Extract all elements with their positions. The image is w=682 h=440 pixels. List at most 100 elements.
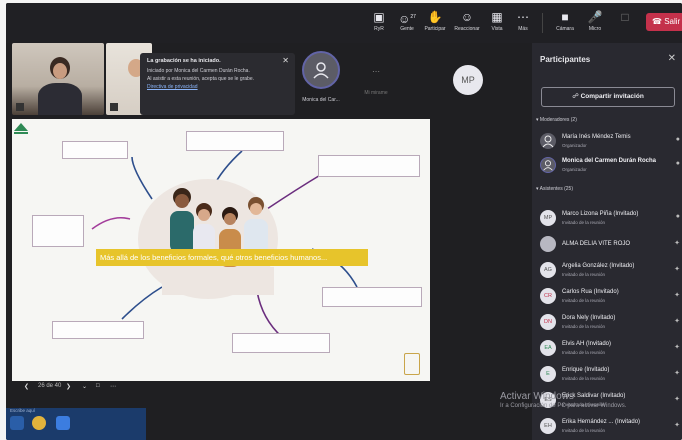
user-icon [542, 135, 554, 148]
avatar: AG [540, 262, 556, 278]
chevron-down-icon: ▾ [536, 117, 539, 123]
participant-row[interactable]: DN Dora Nely (Invitado) Invitado de la r… [540, 312, 680, 334]
mind-map-box [62, 141, 128, 159]
mic-off-icon [16, 103, 24, 111]
raise-hand-icon: ✋ [427, 10, 443, 24]
chat-icon: ▣ [373, 10, 385, 24]
more-button[interactable]: ⋯ Más [508, 9, 538, 39]
microphone-icon: ● [675, 160, 680, 167]
participants-panel: Participantes ✕ ☍ Compartir invitación ▾… [532, 43, 682, 440]
taskbar-search-input[interactable]: Escribe aquí [10, 408, 70, 414]
people-icon: ☺27 [398, 12, 416, 26]
user-icon [543, 160, 553, 171]
reaction-icon: ☺ [460, 10, 474, 24]
meeting-toolbar: ▣ RyR ☺27 Gente ✋ Participar ☺ Reacciona… [6, 3, 682, 43]
participant-row[interactable]: E Enrique (Invitado) Invitado de la reun… [540, 364, 680, 386]
institution-logo-icon [14, 123, 28, 134]
participant-row[interactable]: EH Erika Hernández ... (Invitado) Invita… [540, 416, 680, 438]
seal-logo-icon [404, 353, 420, 375]
share-screen-button[interactable]: □ [610, 9, 640, 39]
microphone-icon: ● [675, 136, 680, 143]
shared-presentation-slide: Más allá de los beneficios formales, qué… [12, 119, 430, 381]
people-button[interactable]: ☺27 Gente [392, 9, 422, 39]
microphone-icon: 🎤 [587, 10, 603, 24]
participant-row[interactable]: CR Carlos Rua (Invitado) Invitado de la … [540, 286, 680, 308]
more-icon[interactable]: ⋯ [110, 383, 116, 390]
phone-icon: ☎ [652, 17, 662, 26]
people-count-badge: 27 [410, 14, 416, 20]
next-slide-icon[interactable]: ❯ [66, 383, 71, 390]
participant-face [53, 63, 67, 79]
mic-off-icon: ✦ [674, 370, 680, 377]
mind-map-box [32, 215, 84, 247]
mind-map-box [232, 333, 330, 353]
avatar [540, 157, 556, 173]
chevron-down-icon[interactable]: ⌄ [82, 383, 87, 390]
slides-view-icon[interactable]: □ [96, 383, 100, 389]
avatar [302, 51, 340, 89]
avatar: EA [540, 340, 556, 356]
participant-row[interactable]: MP Marco Lizona Piña (Invitado) Invitado… [540, 208, 680, 230]
chevron-down-icon: ▾ [536, 186, 539, 192]
more-icon: ⋯ [517, 10, 529, 24]
toolbar-divider [542, 13, 543, 33]
panel-title: Participantes [540, 55, 591, 64]
mind-map-box [322, 287, 422, 307]
mind-map-box [318, 155, 420, 177]
mic-off-icon: ✦ [674, 344, 680, 351]
mic-off-icon: ✦ [674, 292, 680, 299]
participant-row[interactable]: AG Argelia González (Invitado) Invitado … [540, 260, 680, 282]
camera-icon: ■ [561, 10, 569, 24]
more-icon: ⋯ [372, 67, 380, 76]
participant-row[interactable]: Monica del Carmen Durán Rocha Organizado… [540, 155, 680, 177]
close-icon[interactable]: ✕ [282, 56, 289, 65]
mic-off-icon: ✦ [674, 396, 680, 403]
mic-off-icon: ✦ [674, 422, 680, 429]
zoom-app-icon[interactable] [56, 416, 70, 430]
avatar: E [540, 366, 556, 382]
participant-body [38, 83, 82, 115]
mic-off-icon: ✦ [674, 240, 680, 247]
mic-off-icon [110, 103, 118, 111]
participant-video-tile[interactable] [12, 43, 104, 115]
close-icon[interactable]: ✕ [668, 53, 676, 64]
participant-avatar-tile[interactable]: Monica del Car... [296, 47, 346, 109]
slide-question-banner: Más allá de los beneficios formales, qué… [96, 249, 368, 266]
avatar: EH [540, 418, 556, 434]
avatar: MP [540, 210, 556, 226]
raise-hand-button[interactable]: ✋ Participar [420, 9, 450, 39]
microphone-icon: ● [675, 213, 680, 220]
mind-map-box [186, 131, 284, 151]
participant-row[interactable]: EA Elvis AH (Invitado) Invitado de la re… [540, 338, 680, 360]
previous-slide-icon[interactable]: ❮ [24, 383, 29, 390]
leave-button[interactable]: ☎ Salir [646, 13, 682, 31]
participant-row[interactable]: ALMA DELIA VITE ROJO ✦ [540, 234, 680, 256]
privacy-policy-link[interactable]: Directiva de privacidad [147, 84, 288, 90]
recording-notification: La grabación se ha iniciado. Iniciado po… [140, 53, 295, 115]
windows-taskbar: Escribe aquí [6, 408, 146, 440]
avatar: CR [540, 288, 556, 304]
avatar-mp[interactable]: MP [453, 65, 483, 95]
share-icon: ☍ [572, 93, 579, 100]
windows-start-icon[interactable] [10, 416, 24, 430]
user-icon [313, 62, 329, 79]
mic-off-icon: ✦ [674, 318, 680, 325]
mind-map-box [52, 321, 144, 339]
mic-button[interactable]: 🎤 Micro [580, 9, 610, 39]
react-button[interactable]: ☺ Reaccionar [452, 9, 482, 39]
teams-meeting-window: ▣ RyR ☺27 Gente ✋ Participar ☺ Reacciona… [6, 3, 682, 440]
avatar [540, 236, 556, 252]
share-invitation-button[interactable]: ☍ Compartir invitación [541, 87, 675, 107]
share-tray-icon: □ [621, 10, 629, 24]
avatar: DN [540, 314, 556, 330]
windows-activation-watermark: Activar Windows Ir a Configuración de PC… [500, 391, 627, 409]
participant-tile-3[interactable]: ⋯ Mi mirame [354, 53, 398, 103]
chat-button[interactable]: ▣ RyR [364, 9, 394, 39]
attendees-section-header[interactable]: ▾ Asistentes (25) [536, 186, 573, 192]
participant-row[interactable]: María Inés Méndez Temis Organizador ● [540, 131, 680, 153]
moderators-section-header[interactable]: ▾ Moderadores (2) [536, 117, 577, 123]
chrome-icon[interactable] [32, 416, 46, 430]
avatar [540, 133, 556, 149]
mic-off-icon: ✦ [674, 266, 680, 273]
camera-button[interactable]: ■ Cámara [550, 9, 580, 39]
